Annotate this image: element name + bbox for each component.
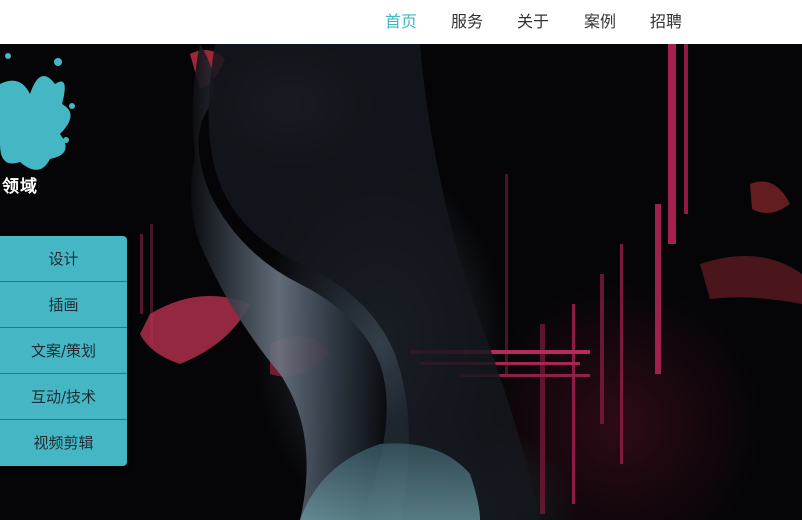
menu-item-illustration[interactable]: 插画 [0,282,127,328]
nav-item-cases[interactable]: 案例 [584,12,616,32]
menu-item-video-editing[interactable]: 视频剪辑 [0,420,127,466]
menu-item-design[interactable]: 设计 [0,236,127,282]
nav-item-about[interactable]: 关于 [517,12,549,32]
nav-item-careers[interactable]: 招聘 [650,12,682,32]
top-navigation: 首页 服务 关于 案例 招聘 [0,0,802,44]
nav-item-home[interactable]: 首页 [385,12,417,32]
hero-banner: 领域 设计 插画 文案/策划 互动/技术 视频剪辑 [0,44,802,520]
side-menu: 设计 插画 文案/策划 互动/技术 视频剪辑 [0,236,127,466]
paint-splash-icon [0,53,75,170]
menu-item-interactive[interactable]: 互动/技术 [0,374,127,420]
menu-item-copywriting[interactable]: 文案/策划 [0,328,127,374]
nav-item-services[interactable]: 服务 [451,12,483,32]
sidebar-title: 领域 [2,177,38,197]
